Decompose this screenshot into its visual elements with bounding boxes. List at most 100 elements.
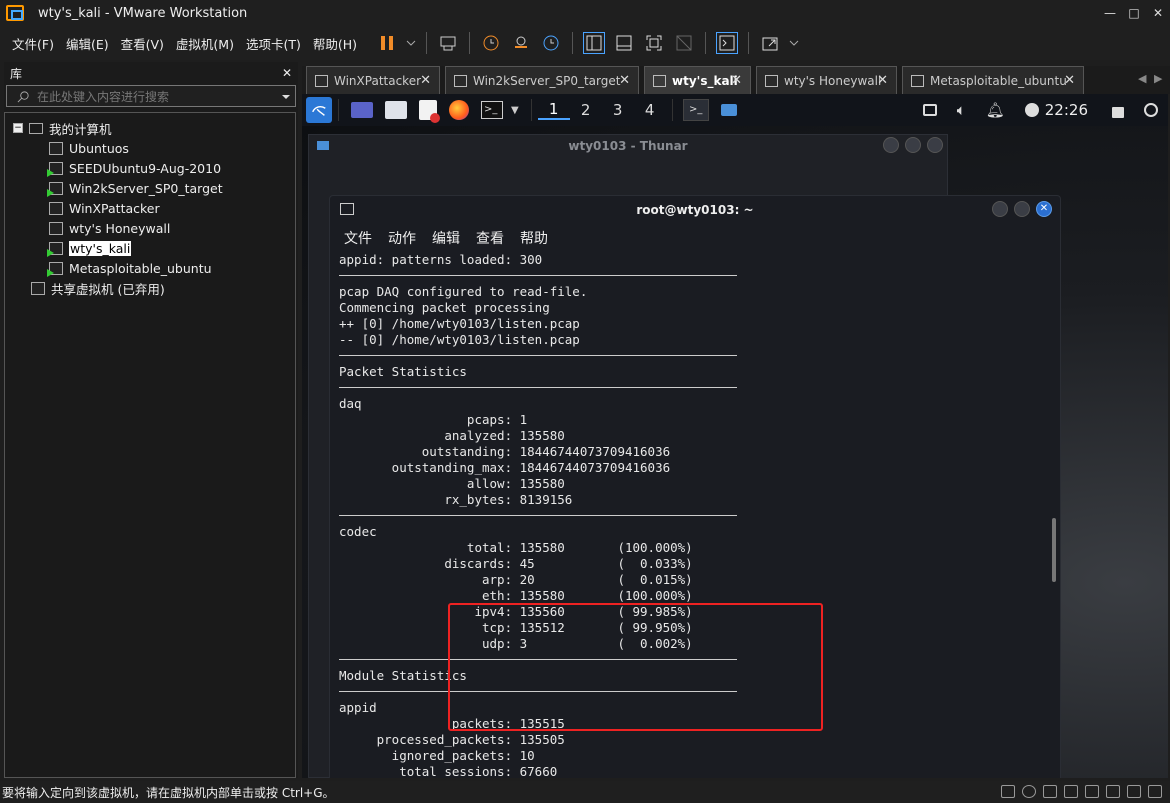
chevron-down-icon[interactable]: ▼ <box>511 105 519 116</box>
maximize-button[interactable]: □ <box>1122 0 1146 26</box>
show-library-icon[interactable] <box>583 32 605 54</box>
snapshot-manager-icon[interactable] <box>540 32 562 54</box>
tab-kali[interactable]: wty's_kali ✕ <box>644 66 751 94</box>
menu-edit[interactable]: 编辑(E) <box>66 34 109 53</box>
clock[interactable]: 22:26 <box>1045 101 1088 119</box>
menu-view[interactable]: 查看(V) <box>121 34 164 53</box>
chevron-down-icon[interactable] <box>789 32 799 54</box>
message-icon[interactable] <box>1148 785 1162 798</box>
thumbnail-bar-icon[interactable] <box>613 32 635 54</box>
taskbar-thunar-icon[interactable] <box>720 104 737 116</box>
usb-icon[interactable] <box>1064 785 1078 798</box>
menu-vm[interactable]: 虚拟机(M) <box>176 34 234 53</box>
workspace-3[interactable]: 3 <box>602 101 634 119</box>
terminal-menu-help[interactable]: 帮助 <box>520 228 548 248</box>
hard-disk-icon[interactable] <box>1001 785 1015 798</box>
vm-running-icon <box>47 261 63 277</box>
kali-desktop[interactable]: wty0103 - Thunar root@wty0103: ~ ✕ 文件 动作… <box>302 126 1168 778</box>
snapshot-icon[interactable] <box>480 32 502 54</box>
vm-item-ubuntuos[interactable]: Ubuntuos <box>49 139 129 157</box>
vm-item-metasploitable[interactable]: Metasploitable_ubuntu <box>47 259 212 277</box>
tab-close-icon[interactable]: ✕ <box>619 73 630 88</box>
show-desktop-icon[interactable] <box>351 102 373 118</box>
terminal-menu-file[interactable]: 文件 <box>344 228 372 248</box>
text-editor-icon[interactable] <box>419 100 440 123</box>
notifications-icon[interactable]: 🔔︎ <box>986 101 1005 119</box>
tab-scroll-left-icon[interactable]: ◀ <box>1138 72 1146 85</box>
volume-icon[interactable]: 🔈︎ <box>957 101 966 119</box>
thunar-maximize-icon[interactable] <box>905 137 921 153</box>
pause-icon[interactable] <box>376 32 398 54</box>
terminal-titlebar: root@wty0103: ~ ✕ <box>330 196 1060 224</box>
minimize-button[interactable]: — <box>1098 0 1122 26</box>
workspace-2[interactable]: 2 <box>570 101 602 119</box>
console-view-icon[interactable] <box>716 32 738 54</box>
vm-item-seedubuntu[interactable]: SEEDUbuntu9-Aug-2010 <box>47 159 221 177</box>
tree-shared-vms[interactable]: 共享虚拟机 (已弃用) <box>31 279 165 297</box>
revert-snapshot-icon[interactable] <box>510 32 532 54</box>
tab-close-icon[interactable]: ✕ <box>731 73 742 88</box>
terminal-line: ignored_packets: 10 <box>339 748 535 763</box>
terminal-menu-edit[interactable]: 编辑 <box>432 228 460 248</box>
terminal-maximize-icon[interactable] <box>1014 201 1030 217</box>
tab-win2kserver[interactable]: Win2kServer_SP0_target ✕ <box>445 66 639 94</box>
network-icon[interactable] <box>922 104 937 116</box>
terminal-menu-actions[interactable]: 动作 <box>388 228 416 248</box>
tab-scroll-right-icon[interactable]: ▶ <box>1154 72 1162 85</box>
tab-metasploitable[interactable]: Metasploitable_ubuntu ✕ <box>902 66 1084 94</box>
tab-label: wty's_kali <box>672 73 738 88</box>
close-button[interactable]: ✕ <box>1146 0 1170 26</box>
network-adapter-icon[interactable] <box>1043 785 1057 798</box>
tree-root[interactable]: − 我的计算机 <box>13 119 112 137</box>
expand-collapse-icon[interactable]: − <box>13 123 23 133</box>
unity-mode-icon[interactable] <box>673 32 695 54</box>
tab-close-icon[interactable]: ✕ <box>1064 73 1075 88</box>
display-icon[interactable] <box>1127 785 1141 798</box>
full-screen-icon[interactable] <box>643 32 665 54</box>
menu-help[interactable]: 帮助(H) <box>313 34 357 53</box>
vm-label: WinXPattacker <box>69 200 160 216</box>
terminal-scrollbar[interactable] <box>1052 518 1056 582</box>
power-icon[interactable] <box>1144 103 1158 117</box>
library-search-input[interactable]: 在此处键入内容进行搜索 <box>6 85 296 107</box>
menu-tabs[interactable]: 选项卡(T) <box>246 34 301 53</box>
vm-item-kali[interactable]: wty's_kali <box>47 239 132 257</box>
lock-screen-icon[interactable] <box>1112 106 1124 118</box>
tab-close-icon[interactable]: ✕ <box>420 73 431 88</box>
terminal-menu-view[interactable]: 查看 <box>476 228 504 248</box>
window-controls: — □ ✕ <box>1098 0 1170 26</box>
thunar-close-icon[interactable] <box>927 137 943 153</box>
sound-card-icon[interactable] <box>1085 785 1099 798</box>
terminal-icon[interactable]: >_ <box>481 101 503 119</box>
tab-honeywall[interactable]: wty's Honeywall ✕ <box>756 66 897 94</box>
printer-icon[interactable] <box>1106 785 1120 798</box>
thunar-window-buttons[interactable] <box>877 137 943 156</box>
tab-winxpattacker[interactable]: WinXPattacker ✕ <box>306 66 440 94</box>
thunar-minimize-icon[interactable] <box>883 137 899 153</box>
vm-item-win2kserver[interactable]: Win2kServer_SP0_target <box>47 179 223 197</box>
firefox-icon[interactable] <box>449 100 469 120</box>
send-ctrl-alt-del-icon[interactable] <box>437 32 459 54</box>
terminal-divider <box>339 275 737 276</box>
vm-item-winxpattacker[interactable]: WinXPattacker <box>49 199 160 217</box>
vm-item-honeywall[interactable]: wty's Honeywall <box>49 219 170 237</box>
cdrom-icon[interactable] <box>1022 785 1036 798</box>
tab-close-icon[interactable]: ✕ <box>877 73 888 88</box>
terminal-close-icon[interactable]: ✕ <box>1036 201 1052 217</box>
vm-console[interactable]: >_ ▼ 1 2 3 4 >_ 🔈︎ 🔔︎ 22:26 wty0103 - Th… <box>302 94 1168 778</box>
terminal-line: rx_bytes: 8139156 <box>339 492 573 507</box>
taskbar-terminal-icon[interactable]: >_ <box>682 99 709 121</box>
library-close-button[interactable]: ✕ <box>282 66 292 80</box>
workspace-1[interactable]: 1 <box>537 100 570 120</box>
kali-menu-icon[interactable] <box>306 97 332 123</box>
stretch-guest-icon[interactable] <box>759 32 781 54</box>
terminal-minimize-icon[interactable] <box>992 201 1008 217</box>
file-manager-icon[interactable] <box>385 101 407 119</box>
chevron-down-icon[interactable] <box>281 92 291 102</box>
chevron-down-icon[interactable] <box>406 32 416 54</box>
menu-file[interactable]: 文件(F) <box>12 34 54 53</box>
workspace-4[interactable]: 4 <box>634 101 666 119</box>
terminal-line: Commencing packet processing <box>339 300 550 315</box>
toolbar-divider <box>426 32 427 54</box>
terminal-window[interactable]: root@wty0103: ~ ✕ 文件 动作 编辑 查看 帮助 appid: … <box>329 195 1061 778</box>
